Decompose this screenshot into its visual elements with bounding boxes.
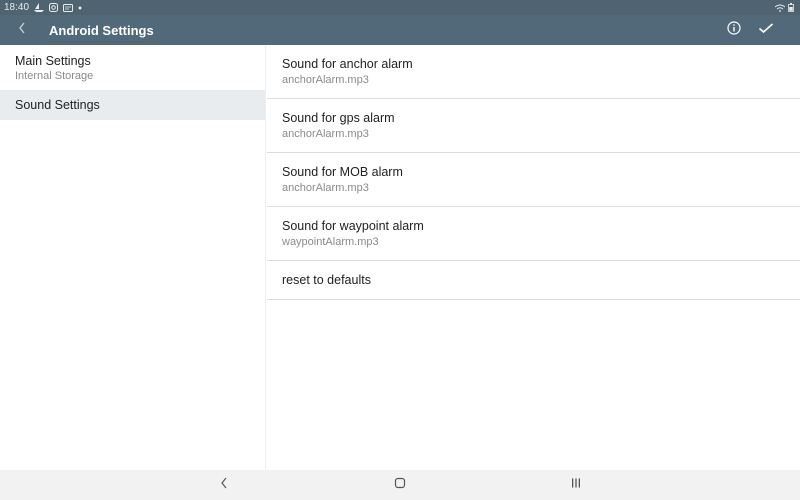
app-bar: Android Settings	[0, 15, 800, 45]
setting-title: reset to defaults	[282, 273, 371, 287]
recents-icon	[570, 476, 582, 494]
message-icon	[63, 3, 74, 12]
sound-settings-list: Sound for anchor alarm anchorAlarm.mp3 S…	[267, 45, 800, 470]
setting-value: anchorAlarm.mp3	[282, 74, 369, 86]
check-icon	[758, 21, 774, 39]
status-time: 18:40	[4, 2, 30, 13]
reset-to-defaults-button[interactable]: reset to defaults	[267, 261, 800, 300]
nav-back-button[interactable]	[211, 472, 237, 498]
setting-title: Sound for anchor alarm	[282, 57, 413, 71]
settings-category-list: Main Settings Internal Storage Sound Set…	[0, 45, 266, 470]
status-right	[775, 3, 800, 12]
info-button[interactable]	[720, 16, 748, 44]
nav-home-button[interactable]	[387, 472, 413, 498]
instagram-icon	[49, 3, 59, 12]
app-title: Android Settings	[49, 22, 154, 38]
category-main-settings[interactable]: Main Settings Internal Storage	[0, 45, 265, 90]
boat-notification-icon	[34, 3, 45, 12]
dot-icon	[78, 6, 82, 10]
back-button[interactable]	[0, 15, 44, 45]
status-bar: 18:40	[0, 0, 800, 15]
system-nav-bar	[0, 470, 800, 500]
chevron-left-icon	[18, 21, 26, 39]
info-icon	[727, 20, 741, 40]
setting-value: anchorAlarm.mp3	[282, 128, 369, 140]
back-icon	[220, 476, 228, 494]
category-sound-settings[interactable]: Sound Settings	[0, 90, 265, 120]
wifi-icon	[775, 4, 785, 12]
status-left: 18:40	[4, 2, 82, 13]
category-subtitle: Internal Storage	[15, 69, 94, 82]
home-icon	[394, 476, 406, 494]
setting-gps-alarm-sound[interactable]: Sound for gps alarm anchorAlarm.mp3	[267, 99, 800, 153]
setting-value: waypointAlarm.mp3	[282, 236, 379, 248]
nav-recents-button[interactable]	[563, 472, 589, 498]
battery-icon	[788, 3, 794, 12]
setting-waypoint-alarm-sound[interactable]: Sound for waypoint alarm waypointAlarm.m…	[267, 207, 800, 261]
setting-title: Sound for gps alarm	[282, 111, 395, 125]
setting-anchor-alarm-sound[interactable]: Sound for anchor alarm anchorAlarm.mp3	[267, 45, 800, 99]
setting-mob-alarm-sound[interactable]: Sound for MOB alarm anchorAlarm.mp3	[267, 153, 800, 207]
confirm-button[interactable]	[752, 16, 780, 44]
app-actions	[720, 16, 800, 44]
category-title: Sound Settings	[15, 98, 100, 112]
setting-value: anchorAlarm.mp3	[282, 182, 369, 194]
setting-title: Sound for MOB alarm	[282, 165, 403, 179]
category-title: Main Settings	[15, 53, 91, 68]
setting-title: Sound for waypoint alarm	[282, 219, 424, 233]
